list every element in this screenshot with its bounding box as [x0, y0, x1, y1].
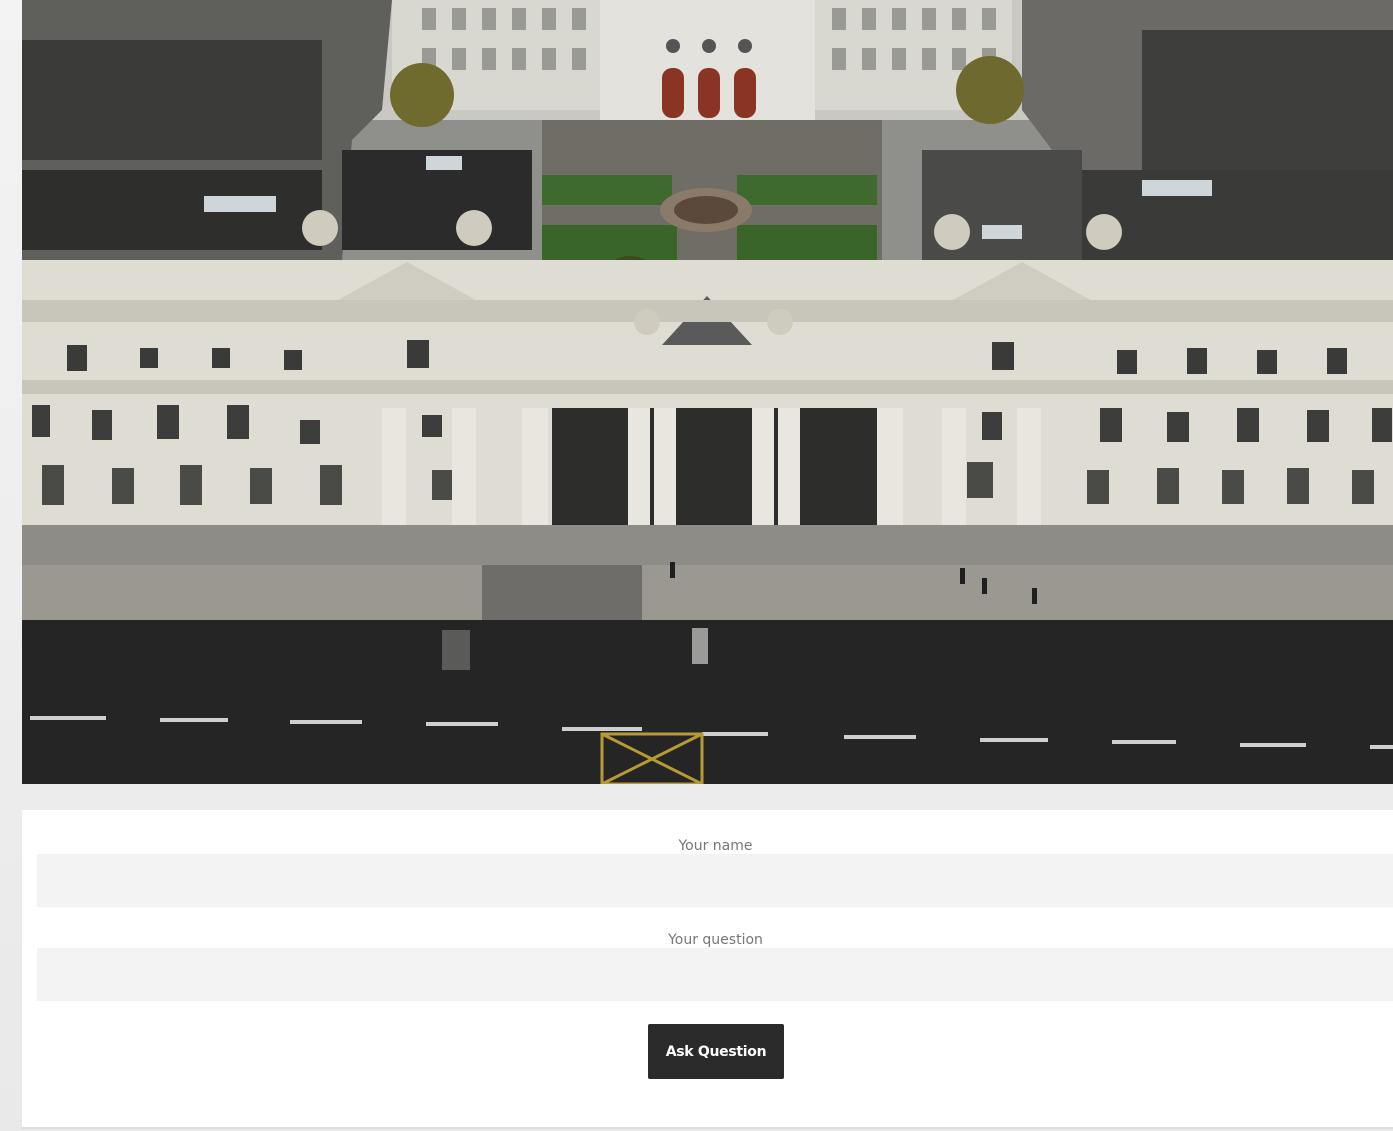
name-input[interactable] — [37, 854, 1393, 907]
hero-image — [22, 0, 1393, 784]
card-bottom-border — [22, 1127, 1393, 1129]
ask-question-button[interactable]: Ask Question — [648, 1024, 784, 1079]
question-label: Your question — [668, 932, 763, 948]
question-input[interactable] — [37, 948, 1393, 1001]
name-label: Your name — [678, 838, 753, 854]
question-form: Your name Your question Ask Question — [22, 810, 1393, 1127]
page: Your name Your question Ask Question — [0, 0, 1393, 1131]
building-photo-icon — [22, 0, 1393, 784]
